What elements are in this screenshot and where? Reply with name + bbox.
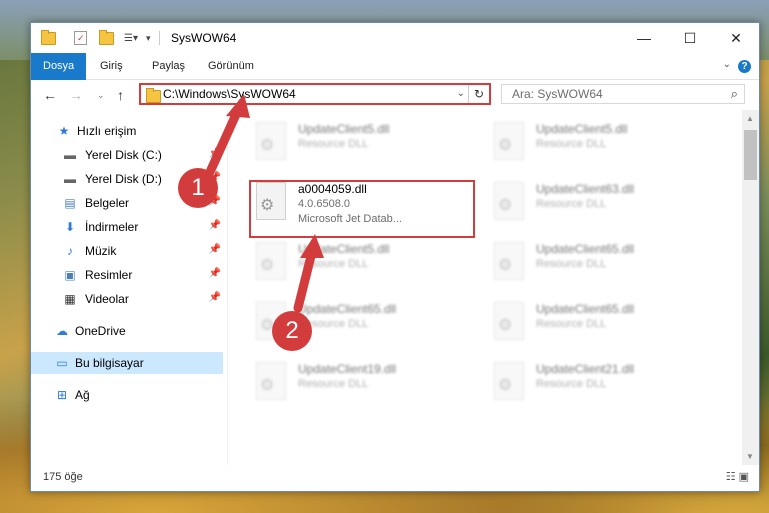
annotation-arrows [205,94,324,313]
step-1-badge: 1 [178,168,218,208]
arrow-1-head [226,94,250,118]
step-2-badge: 2 [272,311,312,351]
arrow-2-head [300,234,324,258]
arrow-2-shaft [293,247,317,313]
arrow-1-shaft [205,105,243,177]
